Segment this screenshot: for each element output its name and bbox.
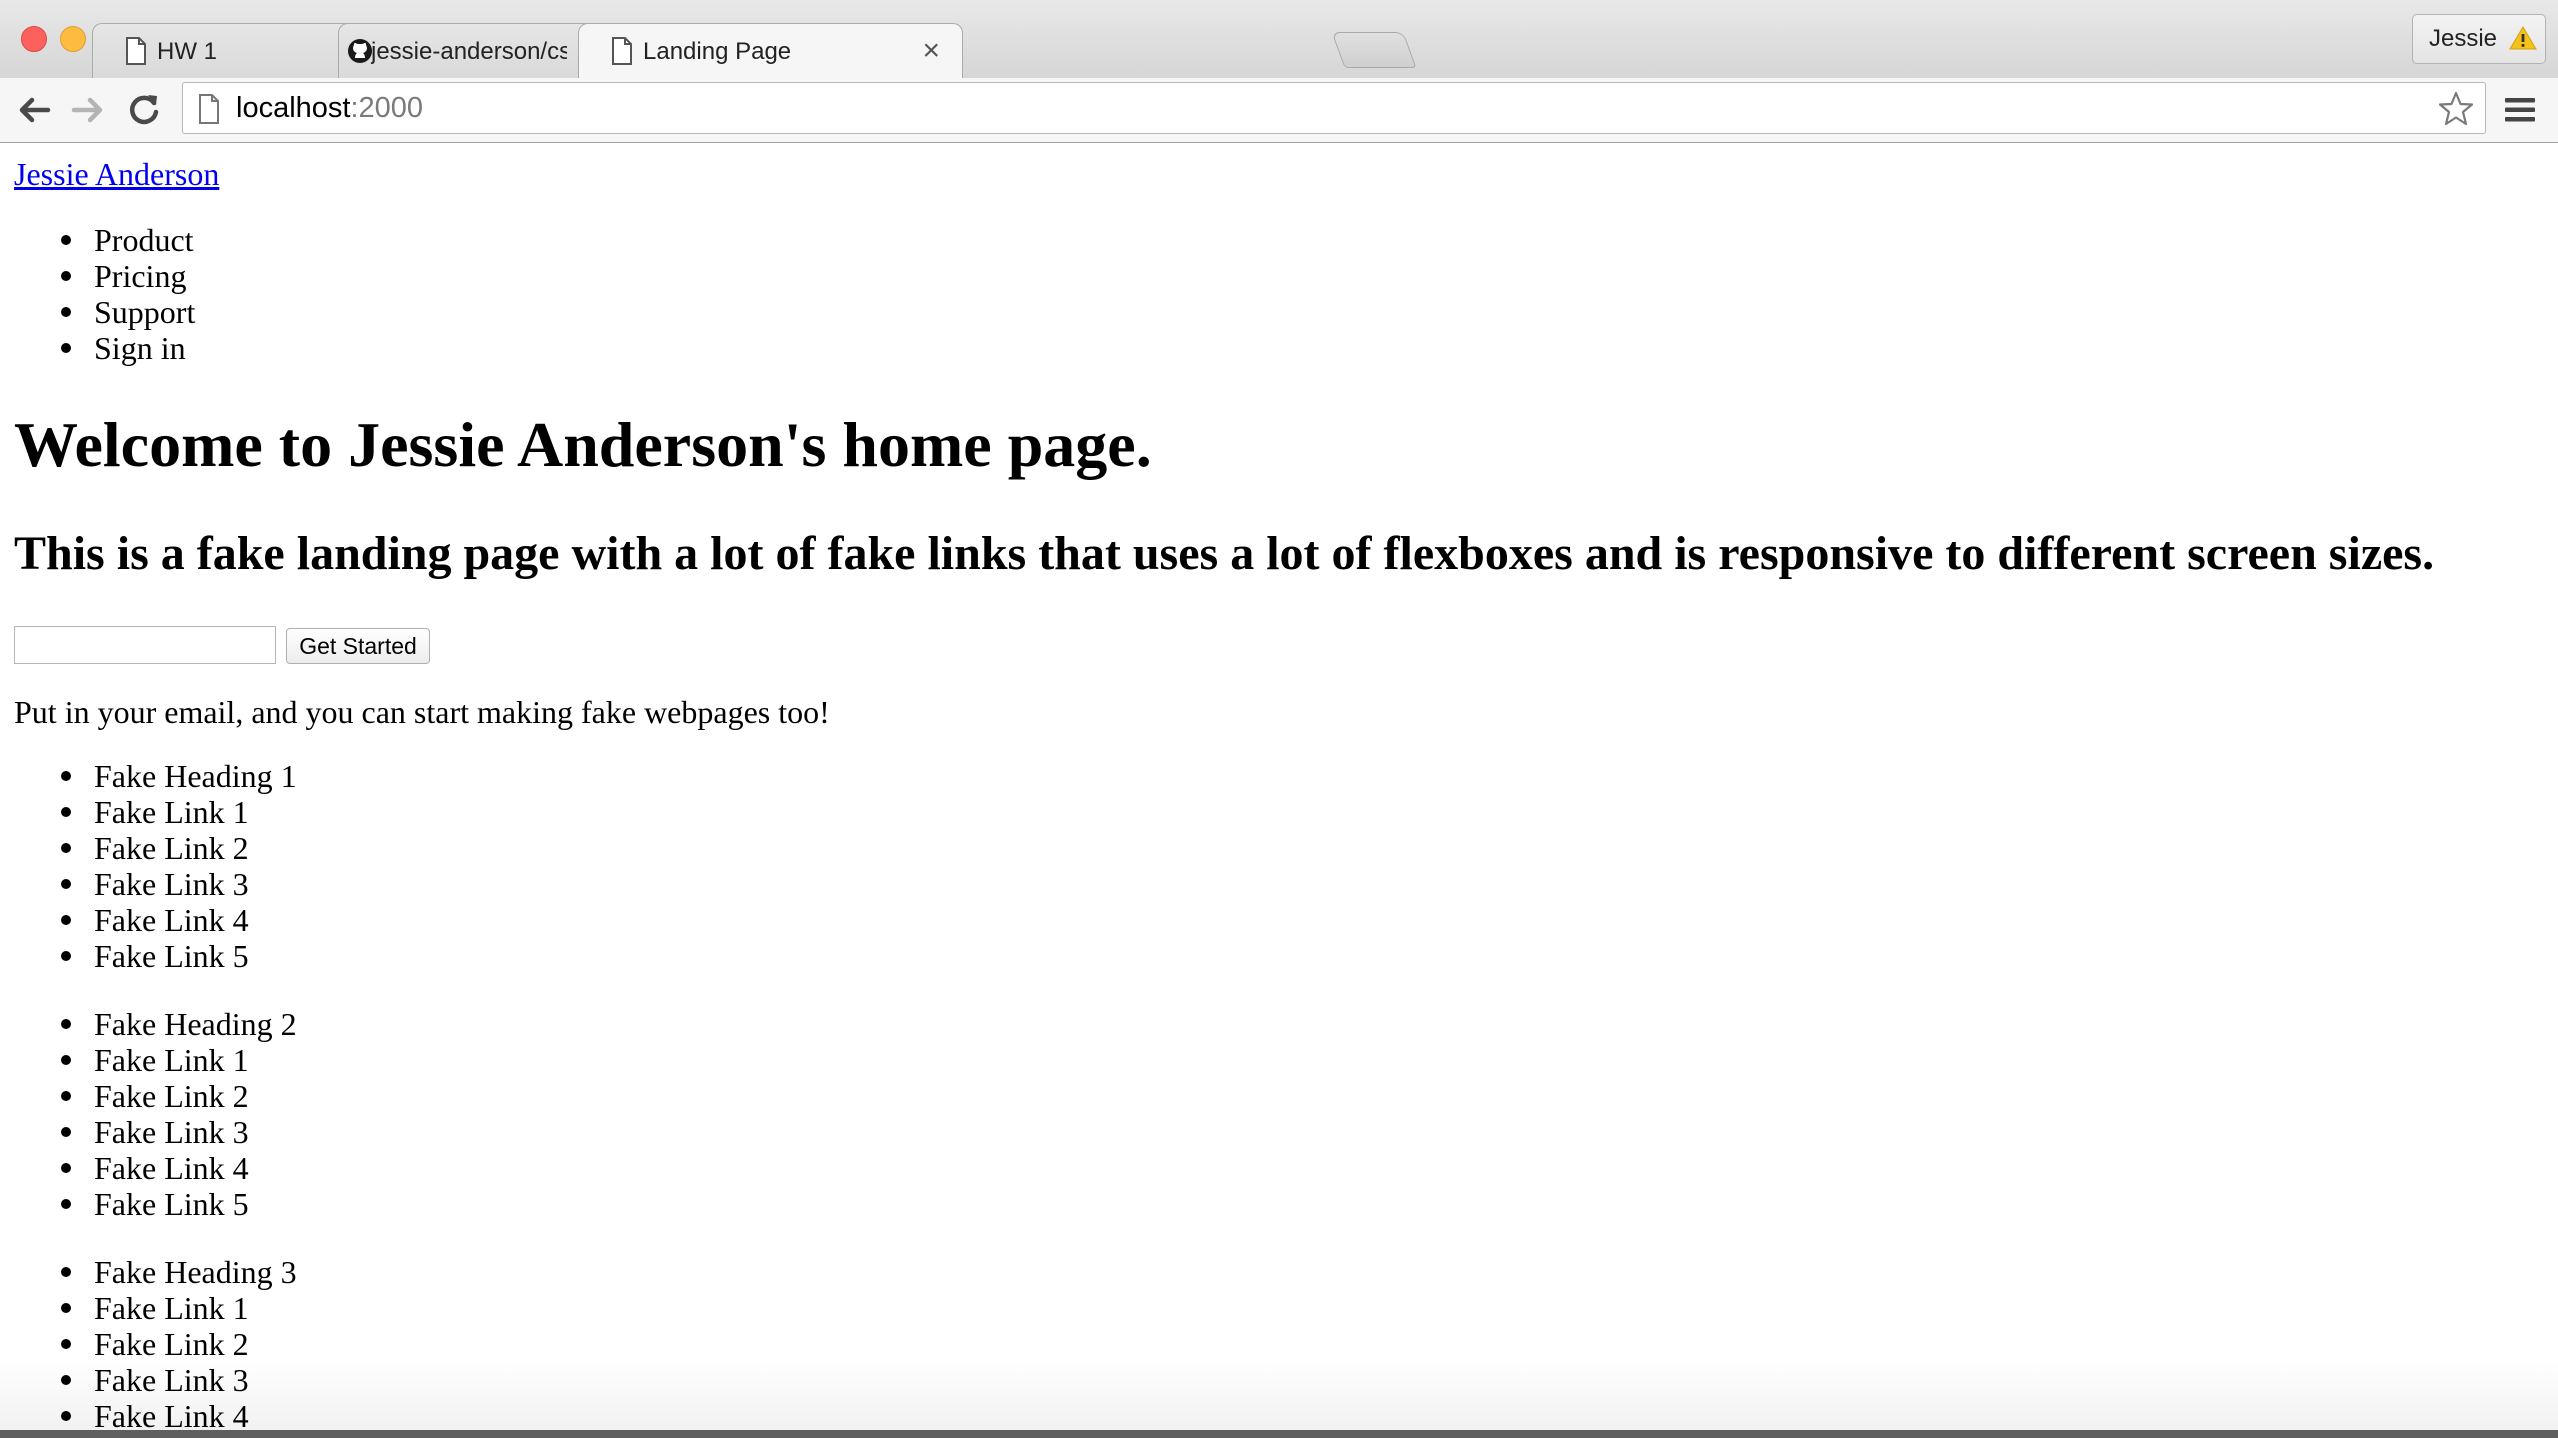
fake-link[interactable]: Fake Link 5 [14,1186,297,1222]
github-icon [348,39,372,63]
signup-blurb: Put in your email, and you can start mak… [14,694,830,730]
fake-link[interactable]: Fake Link 5 [14,938,297,974]
page-icon [199,94,219,124]
profile-name: Jessie [2429,25,2498,52]
fake-link[interactable]: Fake Link 2 [14,1326,297,1362]
nav-list: Product Pricing Support Sign in [14,222,195,366]
close-tab-icon[interactable]: × [922,36,940,66]
tab-landing-page[interactable]: Landing Page × [578,23,963,80]
page-icon [612,37,632,65]
nav-item-pricing[interactable]: Pricing [14,258,195,294]
nav-item-product[interactable]: Product [14,222,195,258]
fake-link[interactable]: Fake Link 4 [14,1398,297,1434]
url-host: localhost [236,92,351,124]
brand-link[interactable]: Jessie Anderson [14,156,219,192]
fake-link[interactable]: Fake Link 3 [14,866,297,902]
new-tab-button[interactable] [1331,32,1417,68]
back-arrow-icon[interactable] [14,90,54,130]
nav-item-sign-in[interactable]: Sign in [14,330,195,366]
link-group-1: Fake Heading 1 Fake Link 1 Fake Link 2 F… [14,758,297,974]
fake-link[interactable]: Fake Link 1 [14,1290,297,1326]
profile-button[interactable]: Jessie [2412,14,2546,64]
link-group-heading: Fake Heading 2 [14,1006,297,1042]
menu-icon[interactable] [2502,92,2538,128]
fake-link[interactable]: Fake Link 1 [14,1042,297,1078]
browser-toolbar: localhost:2000 [0,78,2558,143]
url-text: localhost:2000 [236,92,423,124]
forward-arrow-icon[interactable] [68,90,108,130]
reload-icon[interactable] [124,90,164,130]
link-group-heading: Fake Heading 3 [14,1254,297,1290]
fake-link[interactable]: Fake Link 2 [14,830,297,866]
fake-link[interactable]: Fake Link 4 [14,902,297,938]
minimize-window-button[interactable] [60,26,86,52]
tab-title: Landing Page [643,38,792,65]
fake-link[interactable]: Fake Link 3 [14,1114,297,1150]
fake-link[interactable]: Fake Link 1 [14,794,297,830]
warning-icon [2509,26,2537,50]
link-group-2: Fake Heading 2 Fake Link 1 Fake Link 2 F… [14,1006,297,1222]
url-port: :2000 [350,92,424,124]
get-started-button[interactable]: Get Started [286,628,430,664]
page-title: Welcome to Jessie Anderson's home page. [14,409,1152,480]
tab-strip: HW 1 × jessie-anderson/cs52-assignment ×… [0,0,2558,80]
page-icon [126,37,146,65]
page-subtitle: This is a fake landing page with a lot o… [14,527,2435,580]
tab-title: jessie-anderson/cs52-assignment [371,38,567,65]
bookmark-star-icon[interactable] [2437,90,2475,128]
window-bottom-edge [0,1430,2558,1438]
nav-item-support[interactable]: Support [14,294,195,330]
link-group-3: Fake Heading 3 Fake Link 1 Fake Link 2 F… [14,1254,297,1434]
page-content: Jessie Anderson Product Pricing Support … [14,142,2544,1438]
address-bar[interactable]: localhost:2000 [182,82,2486,134]
close-window-button[interactable] [21,26,47,52]
fake-link[interactable]: Fake Link 4 [14,1150,297,1186]
fake-link[interactable]: Fake Link 3 [14,1362,297,1398]
fake-link[interactable]: Fake Link 2 [14,1078,297,1114]
link-group-heading: Fake Heading 1 [14,758,297,794]
email-input[interactable] [14,626,276,664]
